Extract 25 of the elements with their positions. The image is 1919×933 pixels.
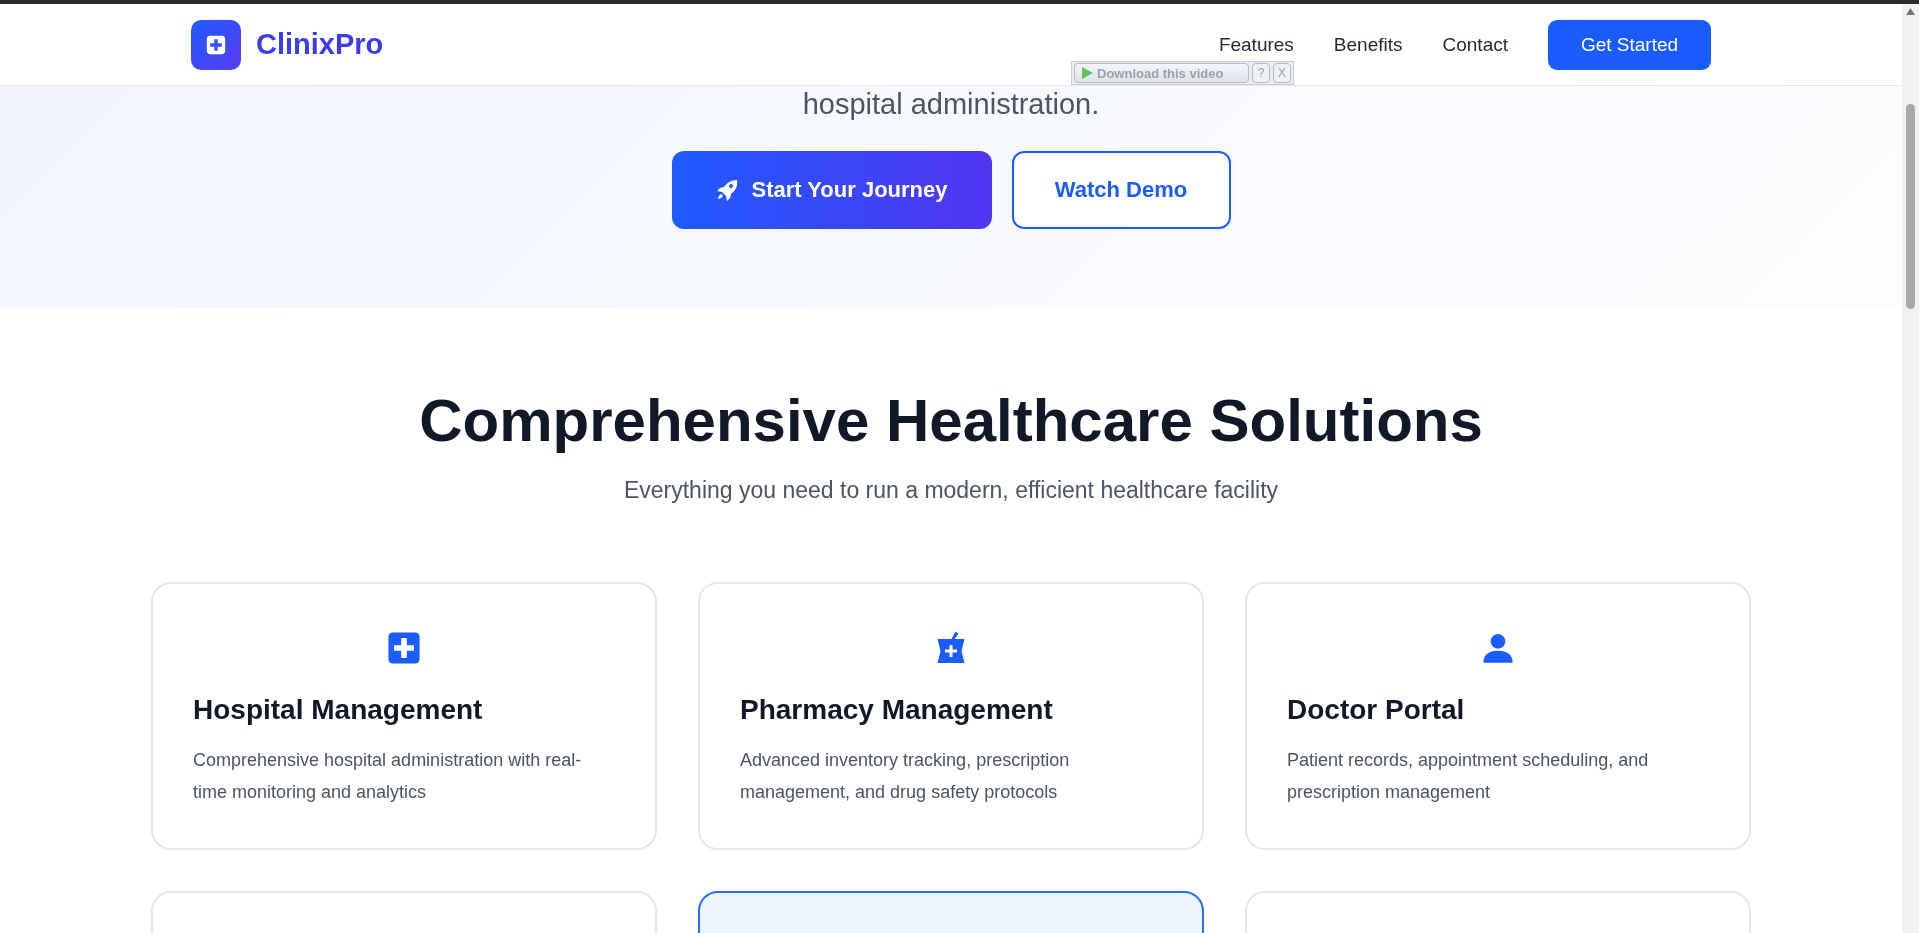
- brand-name[interactable]: ClinixPro: [256, 28, 384, 61]
- hero-tagline: hospital administration.: [802, 88, 1100, 121]
- user-icon: [1482, 631, 1514, 665]
- feature-title: Pharmacy Management: [740, 694, 1054, 726]
- nav-link[interactable]: Features: [1218, 33, 1294, 56]
- nav-link[interactable]: Benefits: [1333, 33, 1403, 56]
- logo-icon: [191, 19, 241, 70]
- medical-cross-icon: [387, 631, 421, 665]
- scroll-up-arrow-icon[interactable]: [1906, 8, 1915, 15]
- rocket-icon: [715, 178, 740, 202]
- watch-demo-button[interactable]: Watch Demo: [1011, 151, 1231, 229]
- section-title: Comprehensive Healthcare Solutions: [419, 386, 1483, 455]
- start-journey-button[interactable]: Start Your Journey: [671, 151, 992, 229]
- scrollbar-thumb[interactable]: [1906, 104, 1915, 309]
- download-label: Download this video: [1097, 65, 1224, 81]
- feature-description: Advanced inventory tracking, prescription management, and drug safety protocols: [740, 749, 1071, 804]
- feature-title: Hospital Management: [193, 694, 484, 726]
- feature-title: Doctor Portal: [1287, 694, 1466, 726]
- get-started-button[interactable]: Get Started: [1548, 19, 1711, 70]
- nav-link[interactable]: Contact: [1442, 33, 1508, 56]
- feature-description: Patient records, appointment scheduling, and prescription management: [1287, 749, 1650, 804]
- section-subtitle: Everything you need to run a modern, efficient healthcare facility: [623, 477, 1279, 504]
- scrollbar[interactable]: [1902, 4, 1919, 933]
- feature-description: Comprehensive hospital administration with real-time monitoring and analytics: [193, 749, 583, 804]
- play-icon: [1081, 67, 1093, 79]
